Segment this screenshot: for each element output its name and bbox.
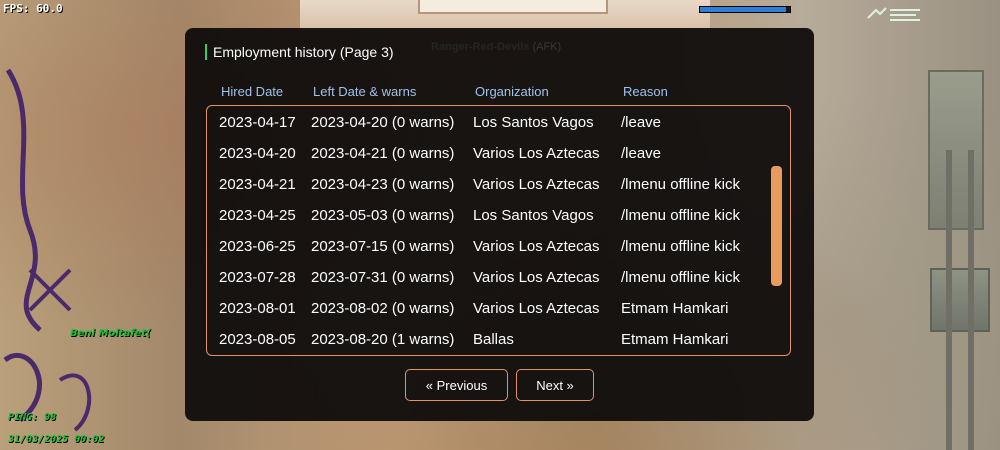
overhead-afk-tag: (AFK): [532, 41, 562, 53]
cell-left-date: 2023-04-23 (0 warns): [311, 176, 455, 193]
graffiti: [3, 68, 92, 432]
cell-organization: Varios Los Aztecas: [473, 238, 600, 255]
cell-hired-date: 2023-07-28: [219, 269, 296, 286]
table-row[interactable]: 2023-04-17 2023-04-20 (0 warns) Los Sant…: [207, 108, 767, 139]
cell-hired-date: 2023-04-20: [219, 145, 296, 162]
cell-organization: Varios Los Aztecas: [473, 269, 600, 286]
cell-hired-date: 2023-08-01: [219, 300, 296, 317]
cell-reason: /leave: [621, 145, 662, 162]
table-row[interactable]: 2023-06-25 2023-07-15 (0 warns) Varios L…: [207, 232, 767, 263]
cell-organization: Los Santos Vagos: [473, 207, 594, 224]
table-header: Hired Date Left Date & warns Organizatio…: [221, 84, 781, 100]
header-organization: Organization: [475, 84, 549, 99]
next-page-button[interactable]: Next »: [516, 369, 594, 401]
table-row[interactable]: 2023-08-05 2023-08-20 (1 warns) Ballas E…: [207, 325, 767, 355]
ceiling-lamp: [418, 0, 608, 14]
table-row[interactable]: 2023-04-25 2023-05-03 (0 warns) Los Sant…: [207, 201, 767, 232]
table-row[interactable]: 2023-07-28 2023-07-31 (0 warns) Varios L…: [207, 263, 767, 294]
server-logo-icon: [867, 7, 920, 21]
cell-organization: Varios Los Aztecas: [473, 145, 600, 162]
cell-hired-date: 2023-08-05: [219, 331, 296, 348]
health-bar-fill: [700, 7, 786, 12]
header-hired-date: Hired Date: [221, 84, 284, 99]
cell-organization: Ballas: [473, 331, 514, 348]
wall-pipe: [946, 150, 952, 450]
overhead-player-name: Ranger-Red-Devils: [431, 41, 530, 53]
cell-hired-date: 2023-04-25: [219, 207, 296, 224]
previous-page-button[interactable]: « Previous: [405, 369, 508, 401]
cell-organization: Varios Los Aztecas: [473, 300, 600, 317]
cell-reason: /lmenu offline kick: [621, 176, 740, 193]
cell-organization: Los Santos Vagos: [473, 114, 594, 131]
player-nametag: Beni Moltafet(: [70, 328, 151, 339]
table-row[interactable]: 2023-04-20 2023-04-21 (0 warns) Varios L…: [207, 139, 767, 170]
header-left-date: Left Date & warns: [313, 84, 417, 99]
ping-display: PING: 98: [8, 412, 57, 423]
datetime-display: 31/03/2025 00:02: [8, 434, 105, 445]
cell-reason: /leave: [621, 114, 662, 131]
header-reason: Reason: [623, 84, 668, 99]
electrical-box-lower: [930, 268, 990, 332]
cell-left-date: 2023-04-21 (0 warns): [311, 145, 455, 162]
cell-reason: /lmenu offline kick: [621, 269, 740, 286]
table-row[interactable]: 2023-04-21 2023-04-23 (0 warns) Varios L…: [207, 170, 767, 201]
cell-reason: /lmenu offline kick: [621, 238, 740, 255]
cell-reason: /lmenu offline kick: [621, 207, 740, 224]
fps-counter: FPS: 60.0: [3, 2, 63, 15]
cell-hired-date: 2023-06-25: [219, 238, 296, 255]
cell-hired-date: 2023-04-17: [219, 114, 296, 131]
employment-history-dialog: Employment history (Page 3) Ranger-Red-D…: [185, 28, 814, 421]
wall-pipe: [968, 150, 974, 450]
cell-left-date: 2023-08-02 (0 warns): [311, 300, 455, 317]
cell-hired-date: 2023-04-21: [219, 176, 296, 193]
dialog-title: Employment history (Page 3): [205, 44, 394, 60]
cell-reason: Etmam Hamkari: [621, 300, 729, 317]
cell-left-date: 2023-07-15 (0 warns): [311, 238, 455, 255]
history-table[interactable]: 2023-04-17 2023-04-20 (0 warns) Los Sant…: [206, 105, 791, 356]
electrical-box: [928, 70, 984, 230]
cell-reason: Etmam Hamkari: [621, 331, 729, 348]
cell-organization: Varios Los Aztecas: [473, 176, 600, 193]
health-bar: [699, 6, 791, 13]
overhead-player-label: Ranger-Red-Devils (AFK): [431, 41, 561, 53]
cell-left-date: 2023-04-20 (0 warns): [311, 114, 455, 131]
table-row[interactable]: 2023-08-01 2023-08-02 (0 warns) Varios L…: [207, 294, 767, 325]
cell-left-date: 2023-08-20 (1 warns): [311, 331, 455, 348]
server-logo: [866, 6, 926, 24]
cell-left-date: 2023-05-03 (0 warns): [311, 207, 455, 224]
scrollbar-thumb[interactable]: [771, 166, 782, 286]
cell-left-date: 2023-07-31 (0 warns): [311, 269, 455, 286]
